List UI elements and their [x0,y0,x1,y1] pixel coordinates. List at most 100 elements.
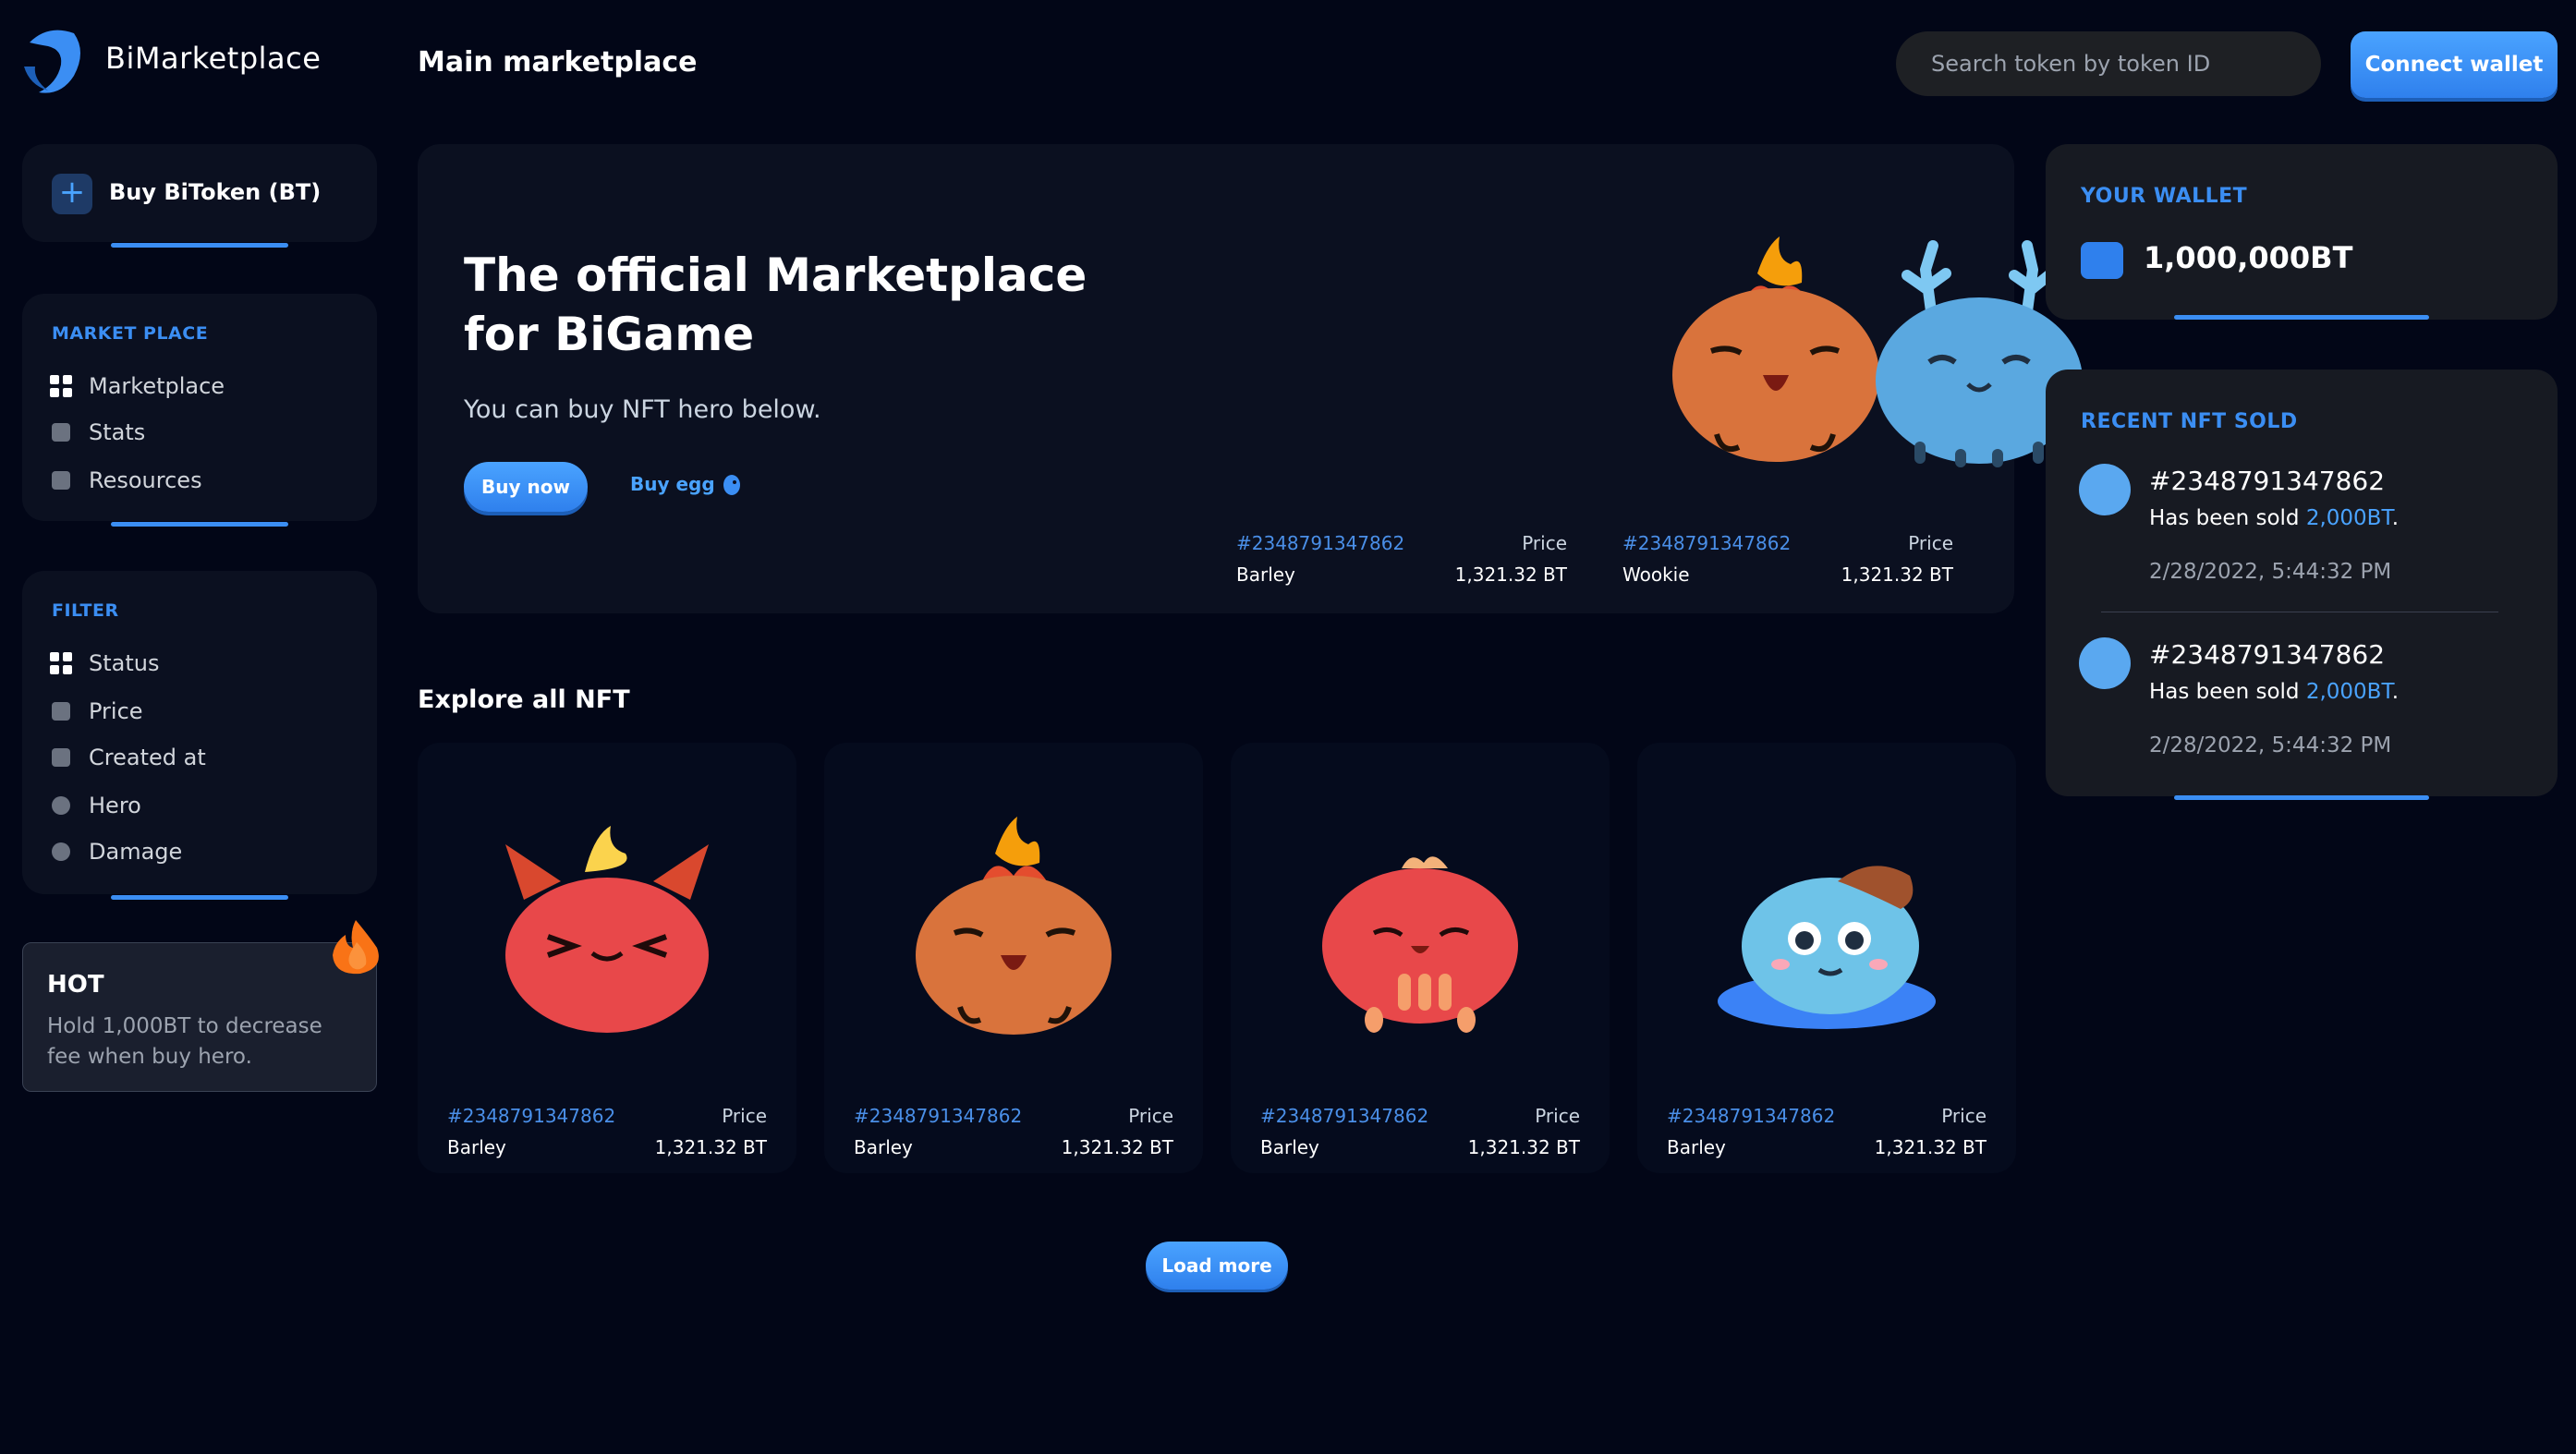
price-label: Price [722,1105,767,1127]
buy-egg-label: Buy egg [630,473,715,495]
buy-bitoken-card[interactable]: + Buy BiToken (BT) [22,144,377,248]
wallet-balance: 1,000,000BT [2144,240,2353,275]
tx-prefix: Has been sold [2149,680,2306,704]
nft-hero-image [1322,856,1518,1033]
nft-name: Barley [854,1136,913,1158]
nft-card[interactable]: #2348791347862 Barley Price 1,321.32 BT [824,743,1203,1173]
sidebar-item-marketplace[interactable]: Marketplace [50,373,225,399]
tx-nft-id[interactable]: #2348791347862 [2149,639,2385,670]
wallet-heading: YOUR WALLET [2081,185,2248,208]
sidebar-item-label: Marketplace [89,373,225,399]
price-label: Price [1522,532,1567,554]
nft-price: 1,321.32 BT [654,1136,767,1158]
nft-price: 1,321.32 BT [1467,1136,1580,1158]
brand-name[interactable]: BiMarketplace [105,41,321,76]
filter-item-status[interactable]: Status [50,650,159,676]
card-underline [2174,315,2429,320]
nft-price: 1,321.32 BT [1874,1136,1987,1158]
buy-egg-link[interactable]: Buy egg [630,473,741,495]
wallet-card: YOUR WALLET 1,000,000BT [2046,144,2558,320]
tx-nft-id[interactable]: #2348791347862 [2149,466,2385,496]
tx-prefix: Has been sold [2149,506,2306,530]
card-underline [111,522,288,527]
hero-title: The official Marketplace for BiGame [464,248,1088,361]
hero-banner: The official Marketplace for BiGame You … [418,144,2083,613]
filter-item-price[interactable]: Price [50,698,143,724]
stats-icon [50,700,72,722]
filter-item-damage[interactable]: Damage [50,839,182,865]
nft-price: 1,321.32 BT [1454,563,1567,586]
marketplace-nav-card: MARKET PLACE Marketplace Stats Resources [22,294,377,527]
connect-wallet-button[interactable]: Connect wallet [2351,31,2558,98]
nft-id[interactable]: #2348791347862 [1236,532,1404,554]
avatar[interactable] [2079,637,2131,689]
grid-icon [50,652,72,674]
egg-icon [723,475,740,495]
nft-hero-image [1718,866,1936,1029]
bimarketplace-logo-icon[interactable] [20,24,87,98]
sidebar-item-resources[interactable]: Resources [50,467,202,493]
tx-time: 2/28/2022, 5:44:32 PM [2149,560,2392,584]
card-underline [111,895,288,900]
load-more-button[interactable]: Load more [1146,1242,1288,1290]
buy-now-button[interactable]: Buy now [464,462,588,512]
sidebar-item-label: Resources [89,467,202,493]
tx-description: Has been sold 2,000BT. [2149,506,2399,530]
nft-name: Barley [1260,1136,1319,1158]
hot-title: HOT [47,971,104,999]
nft-card[interactable]: #2348791347862 Barley Price 1,321.32 BT [418,743,796,1173]
filter-item-hero[interactable]: Hero [50,793,141,818]
filter-item-created-at[interactable]: Created at [50,745,206,770]
nft-info: #2348791347862 Barley Price 1,321.32 BT [447,1105,767,1158]
sidebar-item-stats[interactable]: Stats [50,419,145,445]
buy-bitoken-label: Buy BiToken (BT) [109,179,322,205]
search-input[interactable] [1896,31,2321,96]
hot-text: Hold 1,000BT to decrease fee when buy he… [47,1014,322,1069]
nft-id[interactable]: #2348791347862 [1622,532,1791,554]
nft-id[interactable]: #2348791347862 [1667,1105,1835,1127]
recent-sold-card: RECENT NFT SOLD #2348791347862 Has been … [2046,370,2558,800]
document-icon [50,469,72,491]
tx-suffix: . [2391,680,2400,704]
nft-id[interactable]: #2348791347862 [1260,1105,1428,1127]
nft-price: 1,321.32 BT [1061,1136,1173,1158]
nft-id[interactable]: #2348791347862 [854,1105,1022,1127]
card-underline [2174,795,2429,800]
nft-hero-image [916,817,1112,1035]
card-underline [111,243,288,248]
nft-name: Barley [447,1136,506,1158]
filter-item-label: Status [89,650,160,676]
nft-name: Barley [1667,1136,1726,1158]
filter-item-label: Hero [89,793,141,818]
tx-time: 2/28/2022, 5:44:32 PM [2149,733,2392,757]
price-label: Price [1908,532,1953,554]
sidebar-item-label: Stats [89,419,146,445]
tx-amount: 2,000BT [2305,506,2392,530]
recent-heading: RECENT NFT SOLD [2081,410,2298,433]
page-title: Main marketplace [418,46,698,79]
damage-icon [50,841,72,863]
price-label: Price [1128,1105,1173,1127]
nft-info: #2348791347862 Barley Price 1,321.32 BT [1260,1105,1580,1158]
nft-hero-image [505,826,709,1033]
avatar[interactable] [2079,464,2131,515]
hero-subtitle: You can buy NFT hero below. [464,395,821,424]
plus-icon: + [52,174,92,214]
nft-id[interactable]: #2348791347862 [447,1105,615,1127]
marketplace-heading: MARKET PLACE [52,323,209,344]
tx-amount: 2,000BT [2305,680,2392,704]
price-label: Price [1535,1105,1580,1127]
explore-title: Explore all NFT [418,685,630,714]
featured-nft-info: #2348791347862 Wookie Price 1,321.32 BT [1622,532,1953,586]
nft-card[interactable]: #2348791347862 Barley Price 1,321.32 BT [1231,743,1610,1173]
nft-name: Barley [1236,563,1295,586]
nft-info: #2348791347862 Barley Price 1,321.32 BT [854,1105,1173,1158]
wallet-icon [2081,242,2123,279]
filter-item-label: Created at [89,745,206,770]
filter-item-label: Price [89,698,143,724]
featured-nft-info: #2348791347862 Barley Price 1,321.32 BT [1236,532,1567,586]
document-icon [50,746,72,769]
tx-description: Has been sold 2,000BT. [2149,680,2399,704]
nft-name: Wookie [1622,563,1690,586]
nft-card[interactable]: #2348791347862 Barley Price 1,321.32 BT [1637,743,2016,1173]
